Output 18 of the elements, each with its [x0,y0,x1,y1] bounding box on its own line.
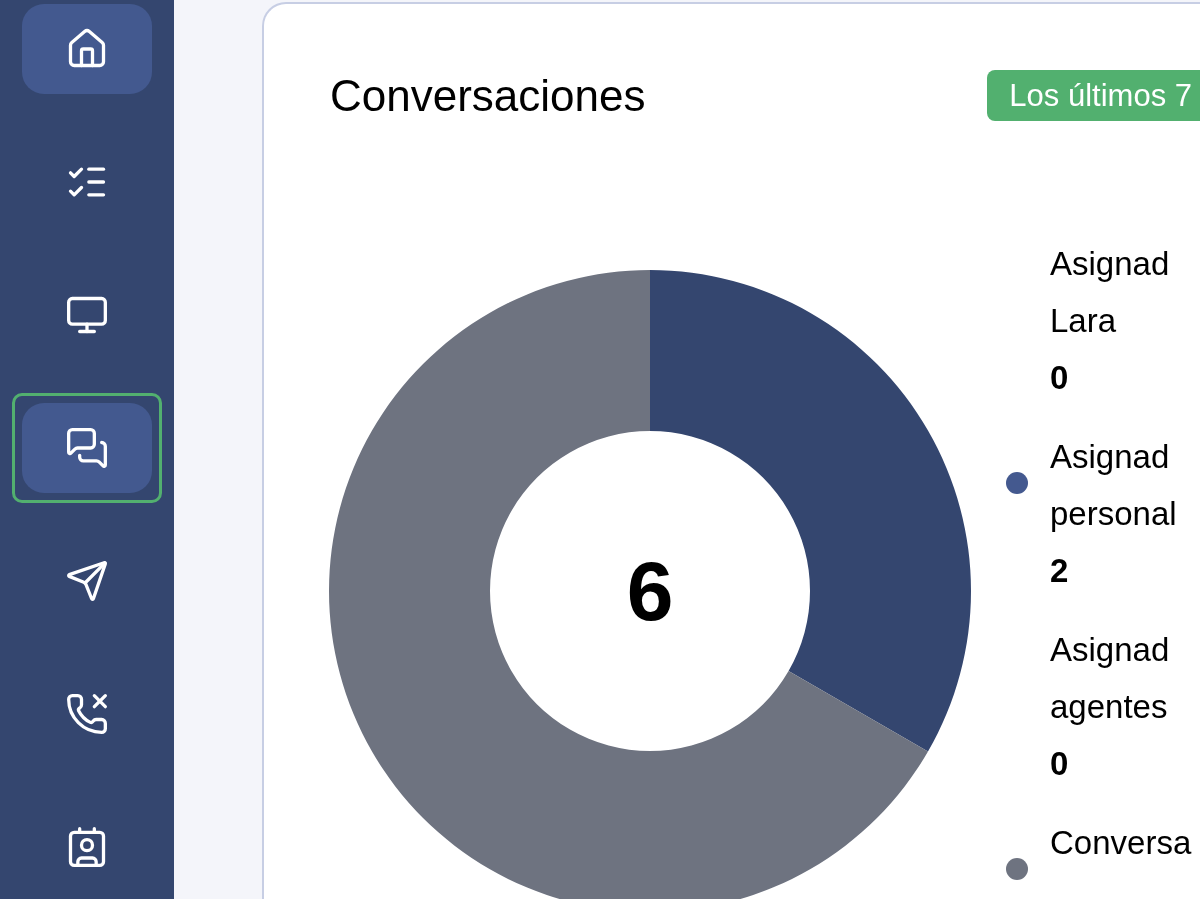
legend-value: 0 [1050,358,1070,398]
legend-label: Asignad [1050,437,1171,477]
legend-label: agentes [1050,687,1169,727]
phone-cross-icon [65,692,109,736]
paper-plane-icon [65,559,109,603]
legend-label: personal [1050,494,1177,534]
chat-bubbles-icon [65,426,109,470]
legend-label: Asignad [1050,630,1170,670]
total-count: 6 [626,549,674,633]
legend-value: 2 [1050,551,1070,591]
legend-value: 0 [1050,744,1070,784]
legend-label: Asignad [1050,244,1170,284]
sidebar-item[interactable] [22,403,152,493]
legend-label: Conversa [1050,823,1192,863]
legend-label: Lara [1050,301,1118,341]
date-range-badge: Los últimos 7 [987,70,1200,121]
card-title: Conversaciones [330,73,646,118]
sidebar-item[interactable] [22,4,152,94]
